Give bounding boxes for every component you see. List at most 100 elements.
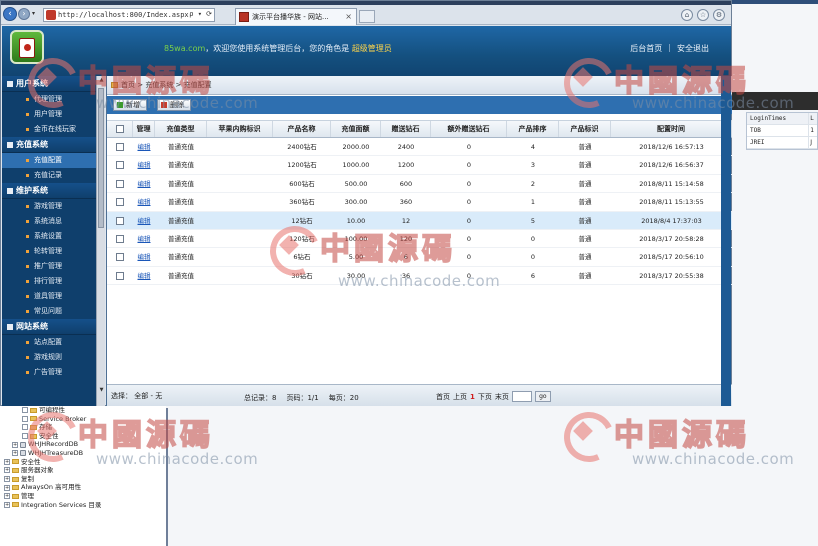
sidebar-item[interactable]: 充值记录 bbox=[2, 168, 105, 183]
first-page-link[interactable]: 首页 bbox=[436, 392, 450, 402]
tree-node[interactable]: 存储 bbox=[4, 423, 166, 432]
tree-node[interactable]: Service Broker bbox=[4, 415, 166, 424]
table-row[interactable]: 编辑 普通充值 12钻石 10.00 12 0 5 普通 2018/8/4 17:37:03 bbox=[107, 211, 732, 230]
sidebar-item[interactable]: 代理管理 bbox=[2, 92, 105, 107]
tree-node[interactable]: + Integration Services 目录 bbox=[4, 501, 166, 510]
tree-expander[interactable]: + bbox=[12, 441, 18, 448]
table-row[interactable]: 编辑 普通充值 6钻石 5.00 6 0 0 普通 2018/5/17 20:56:10 bbox=[107, 248, 732, 267]
url-action-buttons[interactable]: ρ ▾ ⟳ bbox=[189, 10, 212, 18]
tree-node[interactable]: + AlwaysOn 高可用性 bbox=[4, 483, 166, 492]
tree-node[interactable]: + 安全性 bbox=[4, 458, 166, 467]
sidebar-scrollbar[interactable]: ▲ ▼ bbox=[96, 76, 105, 406]
settings-gear-icon[interactable]: ⚙ bbox=[713, 9, 725, 21]
logout-link[interactable]: 安全退出 bbox=[677, 43, 709, 54]
bg-grid-row[interactable]: JREI J bbox=[747, 137, 817, 149]
row-checkbox[interactable] bbox=[116, 161, 124, 170]
edit-link[interactable]: 编辑 bbox=[138, 253, 151, 261]
tree-expander[interactable]: + bbox=[4, 493, 10, 500]
tree-expander[interactable]: + bbox=[4, 476, 10, 483]
tree-expander[interactable] bbox=[22, 424, 28, 431]
sidebar-group[interactable]: 用户系统 bbox=[2, 76, 105, 92]
prev-page-link[interactable]: 上页 bbox=[453, 392, 467, 402]
url-field[interactable]: http://localhost:800/Index.aspx ρ ▾ ⟳ bbox=[43, 8, 215, 22]
sidebar-item[interactable]: 游戏规则 bbox=[2, 350, 105, 365]
sidebar-group[interactable]: 维护系统 bbox=[2, 183, 105, 199]
forward-button[interactable]: › bbox=[18, 8, 30, 20]
tree-node[interactable]: 安全性 bbox=[4, 432, 166, 441]
sidebar-group[interactable]: 网站系统 bbox=[2, 319, 105, 335]
sidebar-item[interactable]: 系统设置 bbox=[2, 229, 105, 244]
row-checkbox[interactable] bbox=[116, 179, 124, 188]
sidebar-item[interactable]: 用户管理 bbox=[2, 107, 105, 122]
table-row[interactable]: 编辑 普通充值 1200钻石 1000.00 1200 0 3 普通 2018/12/6 16:… bbox=[107, 156, 732, 175]
row-checkbox[interactable] bbox=[116, 271, 124, 280]
sidebar-item[interactable]: 常见问题 bbox=[2, 304, 105, 319]
home-icon[interactable]: ⌂ bbox=[681, 9, 693, 21]
tree-expander[interactable] bbox=[22, 407, 28, 414]
tree-expander[interactable] bbox=[22, 433, 28, 440]
browser-tab[interactable]: 演示平台播华族 - 网站... × bbox=[235, 8, 357, 25]
page-go-button[interactable]: go bbox=[534, 391, 551, 402]
pane-splitter[interactable] bbox=[166, 408, 168, 546]
sidebar-item[interactable]: 站点配置 bbox=[2, 335, 105, 350]
favorites-star-icon[interactable]: ☆ bbox=[697, 9, 709, 21]
row-checkbox[interactable] bbox=[116, 234, 124, 243]
bg-grid-row[interactable]: TOB 1 bbox=[747, 125, 817, 137]
table-row[interactable]: 编辑 普通充值 30钻石 30.00 36 0 6 普通 2018/3/17 20:55:38 bbox=[107, 267, 732, 286]
tree-node[interactable]: 可编程性 bbox=[4, 406, 166, 415]
back-button[interactable]: ‹ bbox=[3, 7, 17, 21]
new-tab-button[interactable] bbox=[359, 10, 375, 23]
add-button[interactable]: 新增 bbox=[113, 99, 147, 111]
edit-link[interactable]: 编辑 bbox=[138, 235, 151, 243]
sidebar-item[interactable]: 排行管理 bbox=[2, 274, 105, 289]
edit-link[interactable]: 编辑 bbox=[138, 272, 151, 280]
tree-expander[interactable]: + bbox=[4, 458, 10, 465]
scroll-up-icon[interactable]: ▲ bbox=[98, 76, 105, 84]
sidebar-item[interactable]: 游戏管理 bbox=[2, 199, 105, 214]
sidebar-item[interactable]: 系统消息 bbox=[2, 214, 105, 229]
select-all-link[interactable]: 全部 bbox=[134, 392, 148, 400]
tree-node[interactable]: + WHJHRecordDB bbox=[4, 440, 166, 449]
edit-link[interactable]: 编辑 bbox=[138, 180, 151, 188]
row-checkbox[interactable] bbox=[116, 216, 124, 225]
admin-home-link[interactable]: 后台首页 bbox=[630, 43, 662, 54]
tree-expander[interactable]: + bbox=[4, 484, 10, 491]
current-page[interactable]: 1 bbox=[470, 393, 475, 401]
sidebar-item[interactable]: 金币在线玩家 bbox=[2, 122, 105, 137]
row-checkbox[interactable] bbox=[116, 253, 124, 262]
delete-button[interactable]: 删除 bbox=[157, 99, 191, 111]
table-row[interactable]: 编辑 普通充值 600钻石 500.00 600 0 2 普通 2018/8/11 15:14:… bbox=[107, 175, 732, 194]
tree-node[interactable]: + WHJHTreasureDB bbox=[4, 449, 166, 458]
sidebar-item[interactable]: 充值配置 bbox=[2, 153, 105, 168]
next-page-link[interactable]: 下页 bbox=[478, 392, 492, 402]
scrollbar-thumb[interactable] bbox=[98, 88, 104, 228]
select-all-checkbox[interactable] bbox=[115, 125, 124, 133]
edit-link[interactable]: 编辑 bbox=[138, 217, 151, 225]
history-dropdown-icon[interactable]: ▾ bbox=[32, 10, 35, 17]
table-row[interactable]: 编辑 普通充值 120钻石 100.00 120 0 0 普通 2018/3/17 20:58:… bbox=[107, 230, 732, 249]
tree-expander[interactable]: + bbox=[12, 450, 18, 457]
product-flag: 普通 bbox=[578, 179, 592, 188]
tree-expander[interactable]: + bbox=[4, 467, 10, 474]
tree-expander[interactable] bbox=[22, 415, 28, 422]
tree-node[interactable]: + 管理 bbox=[4, 492, 166, 501]
sidebar-group[interactable]: 充值系统 bbox=[2, 137, 105, 153]
last-page-link[interactable]: 末页 bbox=[495, 392, 509, 402]
scroll-down-icon[interactable]: ▼ bbox=[98, 386, 105, 394]
tab-close-icon[interactable]: × bbox=[345, 12, 352, 21]
table-row[interactable]: 编辑 普通充值 360钻石 300.00 360 0 1 普通 2018/8/11 15:13:… bbox=[107, 193, 732, 212]
tree-expander[interactable]: + bbox=[4, 501, 10, 508]
page-jump-input[interactable] bbox=[511, 391, 532, 402]
row-checkbox[interactable] bbox=[116, 198, 124, 207]
row-checkbox[interactable] bbox=[116, 143, 124, 151]
sidebar-item[interactable]: 轮转管理 bbox=[2, 244, 105, 259]
edit-link[interactable]: 编辑 bbox=[138, 143, 151, 151]
sidebar-item[interactable]: 道具管理 bbox=[2, 289, 105, 304]
sidebar-item[interactable]: 广告管理 bbox=[2, 365, 105, 380]
select-none-link[interactable]: 无 bbox=[155, 392, 162, 400]
table-row[interactable]: 编辑 普通充值 2400钻石 2000.00 2400 0 4 普通 2018/12/6 16:… bbox=[107, 138, 732, 157]
tree-node[interactable]: + 服务器对象 bbox=[4, 466, 166, 475]
sidebar-item[interactable]: 推广管理 bbox=[2, 259, 105, 274]
edit-link[interactable]: 编辑 bbox=[138, 161, 151, 169]
edit-link[interactable]: 编辑 bbox=[138, 198, 151, 206]
